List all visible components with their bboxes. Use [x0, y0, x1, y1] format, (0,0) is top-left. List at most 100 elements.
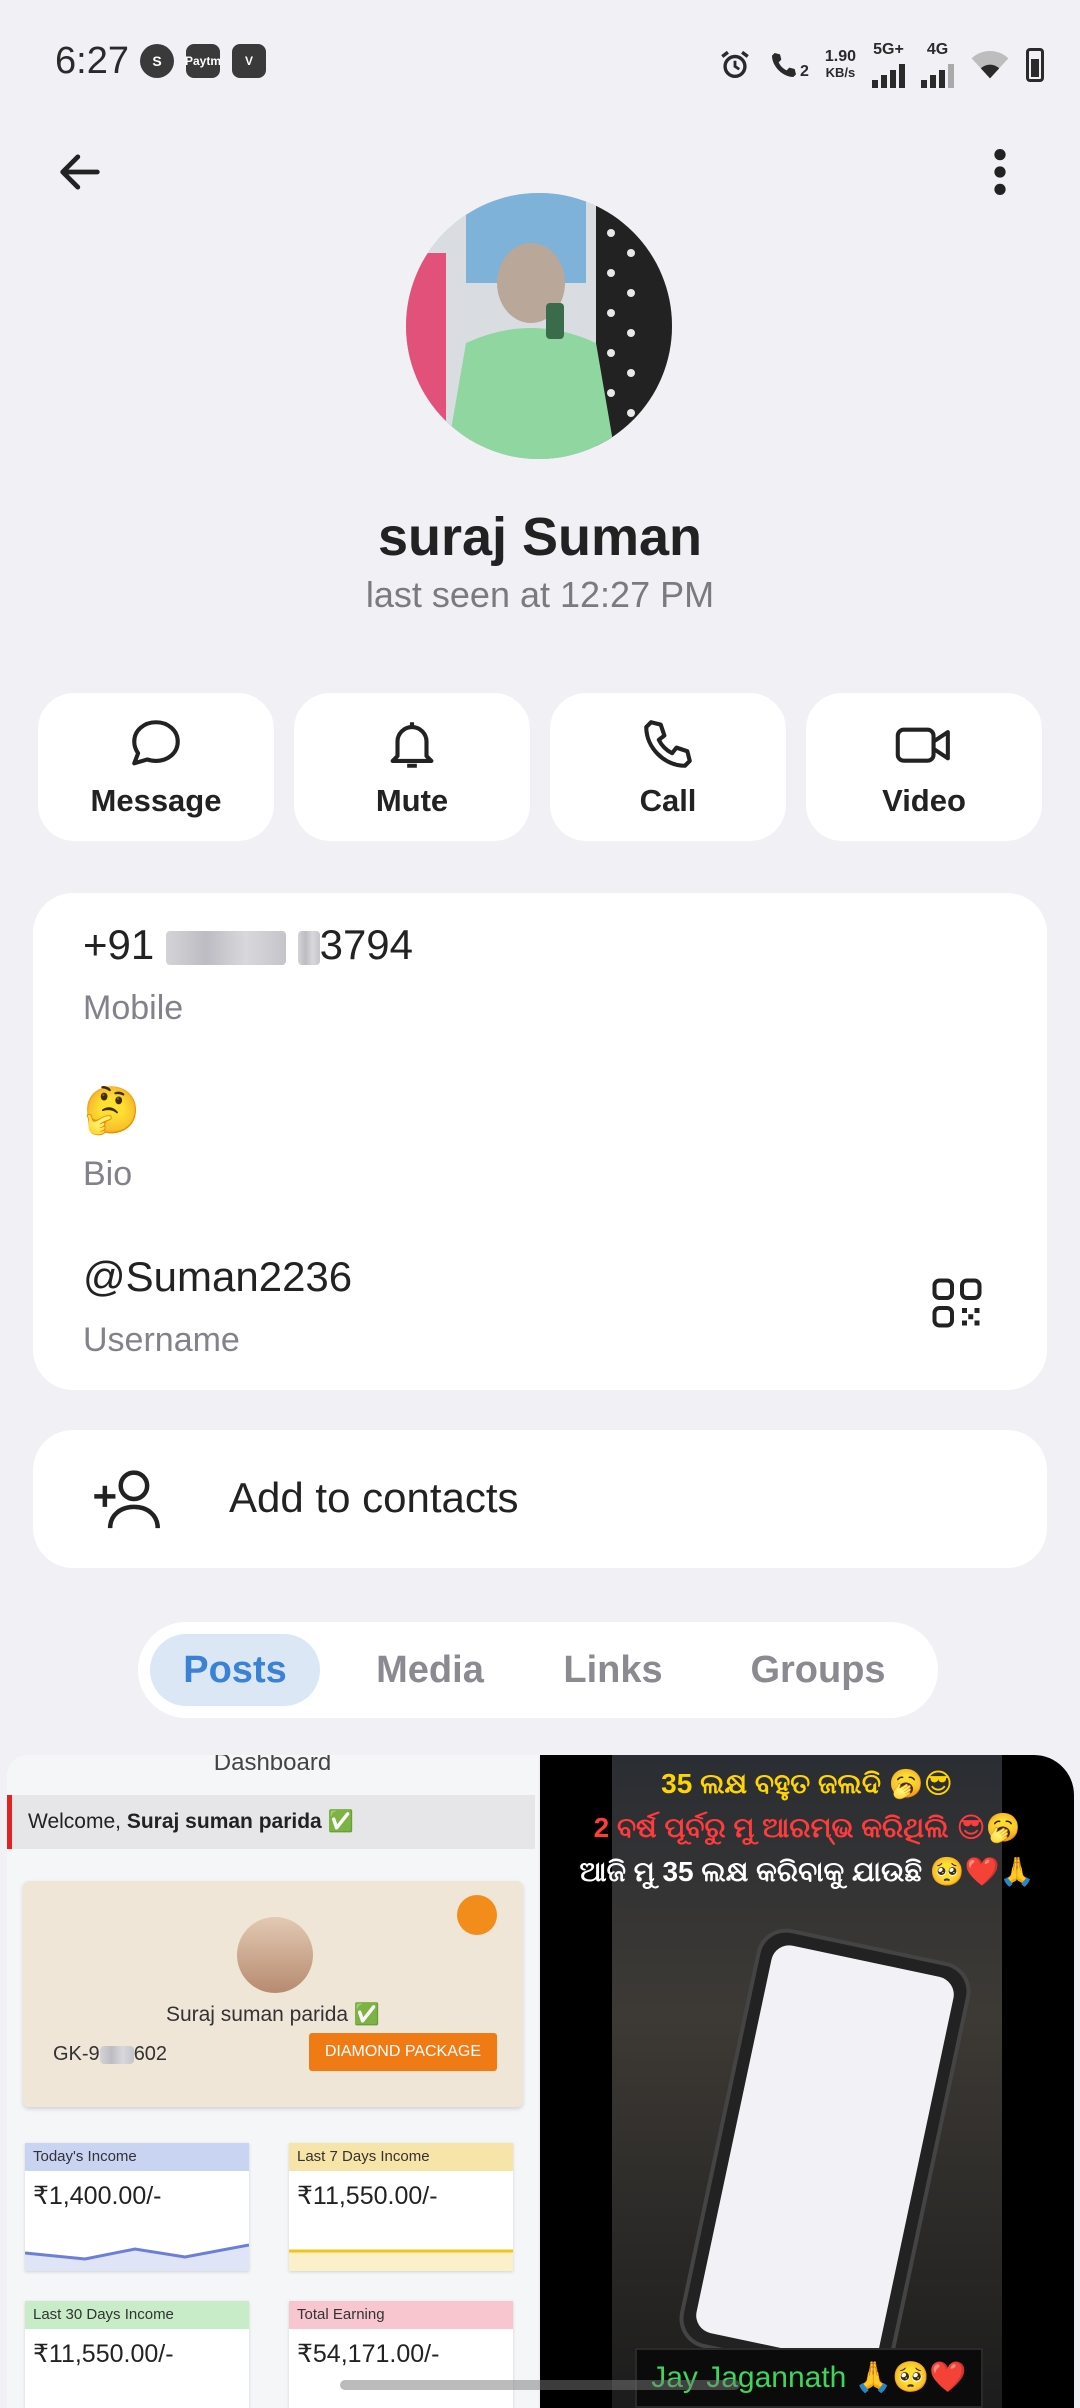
stat-label: Last 7 Days Income — [289, 2143, 513, 2171]
add-to-contacts-label: Add to contacts — [229, 1474, 519, 1521]
package-badge: DIAMOND PACKAGE — [308, 2033, 497, 2071]
profile-name: suraj Suman — [377, 507, 703, 567]
last-seen-status: last seen at 12:27 PM — [365, 574, 715, 615]
paytm-notification-icon: Paytm — [185, 44, 221, 78]
redacted-digit — [297, 930, 320, 965]
video-button-label: Video — [882, 783, 966, 818]
back-button[interactable] — [48, 140, 112, 204]
welcome-name: Suraj suman parida — [126, 1810, 322, 1833]
status-time: 6:27 — [55, 40, 129, 82]
signal-sim1: 5G+ — [872, 42, 905, 88]
post-thumbnail-video[interactable]: 35 ଲକ୍ଷ ବହୁତ ଜଲଦି 🥱😎 2 ବର୍ଷ ପୂର୍ବରୁ ମୁ ଆ… — [540, 1755, 1074, 2408]
stat-label: Total Earning — [289, 2301, 513, 2329]
stat-label: Last 30 Days Income — [25, 2301, 249, 2329]
mute-button[interactable]: Mute — [294, 693, 530, 841]
stat-label: Today's Income — [25, 2143, 249, 2171]
dashboard-avatar — [237, 1917, 313, 1993]
dashboard-user-name: Suraj suman parida ✅ — [165, 2003, 381, 2026]
video-camera-icon — [895, 727, 950, 763]
stat-value: ₹11,550.00/- — [33, 2340, 174, 2368]
phone-label: Mobile — [83, 989, 184, 1027]
stat-card: Last 30 Days Income ₹11,550.00/- — [25, 2301, 249, 2408]
call-icon — [771, 53, 796, 77]
action-buttons: Message Mute Call Video — [38, 693, 1042, 841]
dashboard-profile-card: Suraj suman parida ✅ GK-9 602 DIAMOND PAC… — [23, 1881, 523, 2107]
signal-sim2: 4G — [921, 42, 954, 88]
network-speed-unit: KB/s — [825, 65, 856, 80]
add-person-icon — [94, 1470, 160, 1529]
call-button-label: Call — [639, 783, 697, 818]
qr-code-button[interactable] — [927, 1273, 987, 1333]
stat-card: Total Earning ₹54,171.00/- — [289, 2301, 513, 2408]
stat-sparkline — [25, 2243, 249, 2271]
welcome-prefix: Welcome, — [28, 1810, 121, 1833]
username-label: Username — [83, 1321, 240, 1359]
dashboard-title: Dashboard — [213, 1755, 332, 1776]
profile-photo — [406, 193, 672, 459]
battery-icon — [1026, 48, 1044, 82]
more-vertical-icon — [994, 149, 1006, 195]
tab-posts[interactable]: Posts — [150, 1634, 320, 1706]
info-card: +91 3794 Mobile 🤔 Bio @Suman2236 Usernam… — [33, 893, 1047, 1390]
video-caption: Jay Jagannath 🙏🥺❤️ — [635, 2348, 983, 2408]
call-button[interactable]: Call — [550, 693, 786, 841]
user-id-prefix: GK-9 — [53, 2043, 100, 2065]
dashboard-badge-icon — [457, 1895, 497, 1935]
chat-bubble-icon — [132, 720, 180, 766]
stat-value: ₹1,400.00/- — [33, 2182, 162, 2210]
profile-tabs: Posts Media Links Groups — [138, 1622, 938, 1718]
post-thumbnail-dashboard[interactable]: Dashboard Welcome, Suraj suman parida ✅ … — [7, 1755, 538, 2408]
message-button[interactable]: Message — [38, 693, 274, 841]
arrow-left-icon — [60, 154, 100, 190]
qr-code-icon — [932, 1278, 982, 1328]
vi-notification-icon: V — [232, 44, 266, 78]
welcome-check: ✅ — [327, 1810, 354, 1833]
mute-button-label: Mute — [375, 783, 449, 818]
stat-sparkline — [289, 2249, 513, 2271]
network-speed-value: 1.90 — [824, 48, 856, 65]
phone-suffix: 3794 — [319, 921, 414, 968]
alarm-icon — [721, 50, 749, 79]
bio-value: 🤔 — [83, 1084, 141, 1136]
redacted-digits — [165, 930, 286, 965]
network-speed: 1.90 KB/s — [825, 49, 856, 81]
network-type-1: 5G+ — [873, 41, 904, 58]
call-sim-number: 2 — [799, 63, 809, 80]
more-options-button[interactable] — [968, 140, 1032, 204]
tab-media[interactable]: Media — [350, 1634, 510, 1706]
spotify-notification-icon: S — [140, 44, 174, 78]
profile-avatar[interactable] — [406, 193, 672, 459]
home-indicator[interactable] — [340, 2380, 740, 2390]
tab-links[interactable]: Links — [538, 1634, 688, 1706]
wifi-icon — [971, 51, 1009, 79]
wifi-calling-indicator: 2 — [768, 49, 809, 81]
video-button[interactable]: Video — [806, 693, 1042, 841]
notification-icons: S Paytm V — [140, 44, 266, 78]
message-button-label: Message — [90, 783, 222, 818]
stat-value: ₹54,171.00/- — [297, 2340, 440, 2368]
stat-card: Today's Income ₹1,400.00/- — [25, 2143, 249, 2271]
status-bar: 6:27 S Paytm V 2 1.90 KB/s 5G+ 4G — [0, 0, 1080, 120]
bell-icon — [390, 722, 434, 768]
video-text-line-2: 2 ବର୍ଷ ପୂର୍ବରୁ ମୁ ଆରମ୍ଭ କରିଥିଲି 😎🥱 — [593, 1812, 1021, 1843]
posts-grid: Dashboard Welcome, Suraj suman parida ✅ … — [0, 1755, 1080, 2408]
stat-value: ₹11,550.00/- — [297, 2182, 438, 2210]
system-icons: 2 1.90 KB/s 5G+ 4G — [718, 42, 1044, 88]
username-value[interactable]: @Suman2236 — [83, 1253, 352, 1301]
phone-icon — [644, 720, 692, 768]
video-text-line-3: ଆଜି ମୁ 35 ଲକ୍ଷ କରିବାକୁ ଯାଉଛି 🥺❤️🙏 — [579, 1856, 1035, 1887]
video-text-line-1: 35 ଲକ୍ଷ ବହୁତ ଜଲଦି 🥱😎 — [661, 1768, 953, 1799]
welcome-banner: Welcome, Suraj suman parida ✅ — [7, 1795, 535, 1849]
dashboard-user-id: GK-9 602 — [53, 2043, 167, 2066]
bio-label: Bio — [83, 1155, 133, 1193]
tab-groups[interactable]: Groups — [728, 1634, 908, 1706]
signal-bars-icon — [872, 58, 905, 88]
add-to-contacts-button[interactable]: Add to contacts — [33, 1430, 1047, 1568]
redacted-id — [99, 2045, 134, 2064]
phone-number[interactable]: +91 3794 — [83, 921, 413, 969]
phone-prefix: +91 — [83, 921, 155, 968]
user-id-suffix: 602 — [133, 2043, 168, 2065]
network-type-2: 4G — [926, 41, 949, 58]
stat-card: Last 7 Days Income ₹11,550.00/- — [289, 2143, 513, 2271]
signal-bars-icon — [921, 58, 954, 88]
